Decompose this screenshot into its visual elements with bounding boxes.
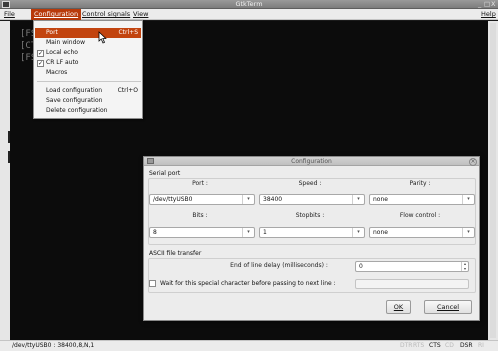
dialog-close-icon[interactable]: × xyxy=(469,157,477,166)
port-value: /dev/ttyUSB0 xyxy=(153,196,193,203)
menu-item-label: Save configuration xyxy=(46,97,103,104)
ok-button[interactable]: OK xyxy=(386,300,411,314)
eol-delay-label: End of line delay (milliseconds) : xyxy=(230,262,328,269)
signal-rts: RTS xyxy=(413,342,425,349)
menu-file[interactable]: File xyxy=(1,9,18,20)
flow-control-value: none xyxy=(373,229,388,236)
flow-control-combo[interactable]: none ▾ xyxy=(369,227,475,238)
checkmark-icon[interactable]: ✓ xyxy=(37,49,44,57)
parity-value: none xyxy=(373,196,388,203)
serial-port-group-label: Serial port xyxy=(149,170,181,177)
menu-configuration[interactable]: Configuration xyxy=(31,9,82,20)
cancel-button[interactable]: Cancel xyxy=(424,300,472,314)
chevron-down-icon[interactable]: ▾ xyxy=(242,195,254,204)
speed-combo[interactable]: 38400 ▾ xyxy=(259,194,365,205)
menu-item-label: Local echo xyxy=(46,49,78,56)
wait-char-checkbox[interactable] xyxy=(149,280,156,287)
maximize-icon[interactable]: □ xyxy=(484,0,490,9)
port-settings-status: /dev/ttyUSB0 : 38400,8,N,1 xyxy=(12,342,95,349)
parity-combo[interactable]: none ▾ xyxy=(369,194,475,205)
menu-item-port[interactable]: Port Ctrl+S xyxy=(35,28,141,38)
eol-delay-value: 0 xyxy=(359,263,363,270)
menu-view[interactable]: View xyxy=(130,9,151,20)
menu-item-accel: Ctrl+O xyxy=(117,87,138,94)
menu-item-label: Delete configuration xyxy=(46,107,108,114)
bits-label: Bits : xyxy=(192,212,208,219)
signal-ri: RI xyxy=(478,342,484,349)
signal-dsr: DSR xyxy=(460,342,473,349)
signal-cts: CTS xyxy=(429,342,441,349)
menu-item-label: Load configuration xyxy=(46,87,103,94)
chevron-down-icon[interactable]: ▾ xyxy=(352,195,364,204)
menu-item-local-echo[interactable]: ✓ Local echo xyxy=(35,48,141,58)
menu-item-accel: Ctrl+S xyxy=(118,29,138,36)
terminal-left-margin xyxy=(0,21,10,340)
stopbits-combo[interactable]: 1 ▾ xyxy=(259,227,365,238)
configuration-dialog: Configuration × Serial port Port : Speed… xyxy=(143,156,480,321)
menu-item-macros[interactable]: Macros xyxy=(35,68,141,78)
menu-item-label: CR LF auto xyxy=(46,59,79,66)
ascii-transfer-group-label: ASCII file transfer xyxy=(149,250,202,257)
chevron-down-icon[interactable]: ▾ xyxy=(462,195,474,204)
signal-cd: CD xyxy=(445,342,454,349)
port-combo[interactable]: /dev/ttyUSB0 ▾ xyxy=(149,194,255,205)
menu-item-label: Macros xyxy=(46,69,68,76)
mouse-pointer-icon xyxy=(98,31,107,44)
flow-control-label: Flow control : xyxy=(399,212,441,219)
stopbits-value: 1 xyxy=(263,229,267,236)
speed-value: 38400 xyxy=(263,196,283,203)
bits-value: 8 xyxy=(153,229,157,236)
close-icon[interactable]: X xyxy=(491,0,495,9)
stopbits-label: Stopbits : xyxy=(295,212,325,219)
minimize-icon[interactable]: _ xyxy=(478,0,481,9)
signal-dtr: DTR xyxy=(400,342,413,349)
menu-item-label: Main window xyxy=(46,39,85,46)
terminal-scrollbar[interactable] xyxy=(488,21,498,340)
ok-button-label: OK xyxy=(393,303,404,311)
menu-item-label: Port xyxy=(46,29,58,36)
menu-item-save-configuration[interactable]: Save configuration xyxy=(35,96,141,106)
cancel-button-label: Cancel xyxy=(436,303,460,311)
menu-item-cr-lf-auto[interactable]: ✓ CR LF auto xyxy=(35,58,141,68)
statusbar: /dev/ttyUSB0 : 38400,8,N,1 DTR RTS CTS C… xyxy=(0,340,498,351)
menubar: File Configuration Control signals View … xyxy=(0,9,498,20)
dialog-titlebar[interactable]: Configuration × xyxy=(144,157,479,166)
wait-char-label: Wait for this special character before p… xyxy=(160,280,336,287)
eol-delay-spinbutton[interactable]: 0 ▴ ▾ xyxy=(355,261,469,272)
menu-item-delete-configuration[interactable]: Delete configuration xyxy=(35,106,141,116)
chevron-down-icon[interactable]: ▾ xyxy=(462,228,474,237)
window-title: GtkTerm xyxy=(235,0,263,8)
spin-arrows-icon[interactable]: ▴ ▾ xyxy=(461,261,468,271)
menu-control-signals[interactable]: Control signals xyxy=(79,9,133,20)
port-label: Port : xyxy=(192,180,208,187)
menu-item-main-window[interactable]: Main window xyxy=(35,38,141,48)
menu-separator xyxy=(37,81,141,82)
menu-help[interactable]: Help xyxy=(478,9,498,20)
bits-combo[interactable]: 8 ▾ xyxy=(149,227,255,238)
parity-label: Parity : xyxy=(409,180,431,187)
dialog-title: Configuration xyxy=(291,158,332,165)
wait-char-input[interactable] xyxy=(355,279,469,289)
speed-label: Speed : xyxy=(298,180,322,187)
window-titlebar[interactable]: GtkTerm _ □ X xyxy=(0,0,498,9)
menu-item-load-configuration[interactable]: Load configuration Ctrl+O xyxy=(35,86,141,96)
checkmark-icon[interactable]: ✓ xyxy=(37,59,44,67)
chevron-down-icon[interactable]: ▾ xyxy=(242,228,254,237)
configuration-menu: Port Ctrl+S Main window ✓ Local echo ✓ C… xyxy=(33,20,143,119)
scrollbar-trough[interactable] xyxy=(490,23,496,338)
chevron-down-icon[interactable]: ▾ xyxy=(352,228,364,237)
